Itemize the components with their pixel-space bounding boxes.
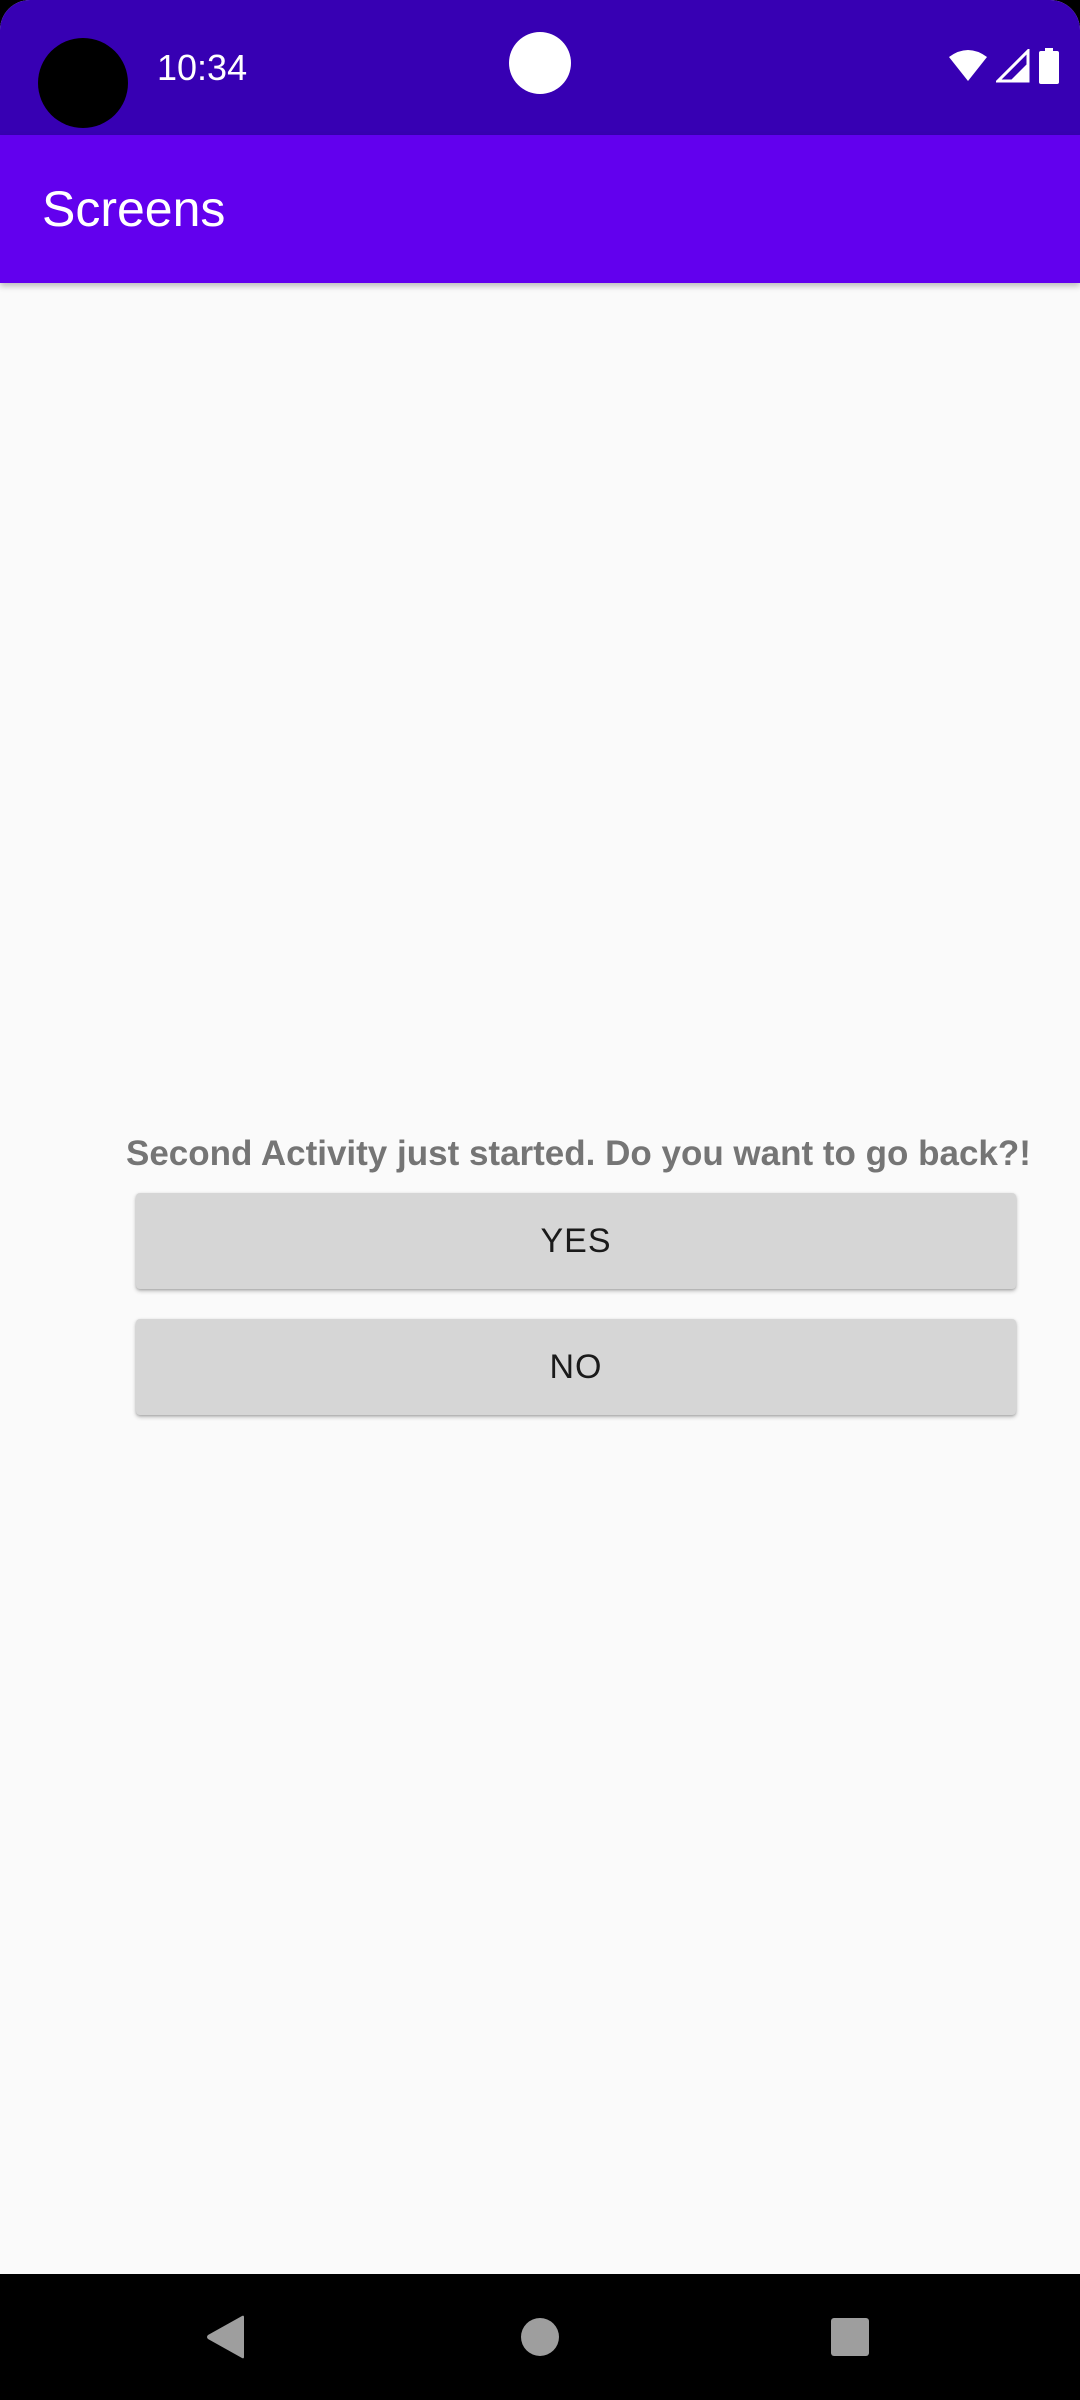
yes-button[interactable]: YES [136, 1193, 1016, 1289]
status-time: 10:34 [157, 47, 248, 88]
cellular-signal-icon [994, 46, 1030, 88]
app-bar: Screens [0, 135, 1080, 283]
app-title: Screens [42, 181, 226, 237]
app-screen: 10:34 Screens Second Activity just start… [0, 0, 1080, 2400]
status-icons [948, 46, 1060, 89]
status-bar: 10:34 [0, 0, 1080, 135]
battery-icon [1038, 47, 1060, 89]
recents-icon[interactable] [770, 2274, 930, 2400]
no-button[interactable]: NO [136, 1319, 1016, 1415]
home-icon[interactable] [460, 2274, 620, 2400]
prompt-text: Second Activity just started. Do you wan… [126, 1134, 1031, 1173]
wifi-icon [948, 49, 988, 88]
notification-dot-icon [509, 32, 571, 94]
camera-cutout [38, 38, 128, 128]
back-icon[interactable] [146, 2274, 306, 2400]
navigation-bar [0, 2274, 1080, 2400]
